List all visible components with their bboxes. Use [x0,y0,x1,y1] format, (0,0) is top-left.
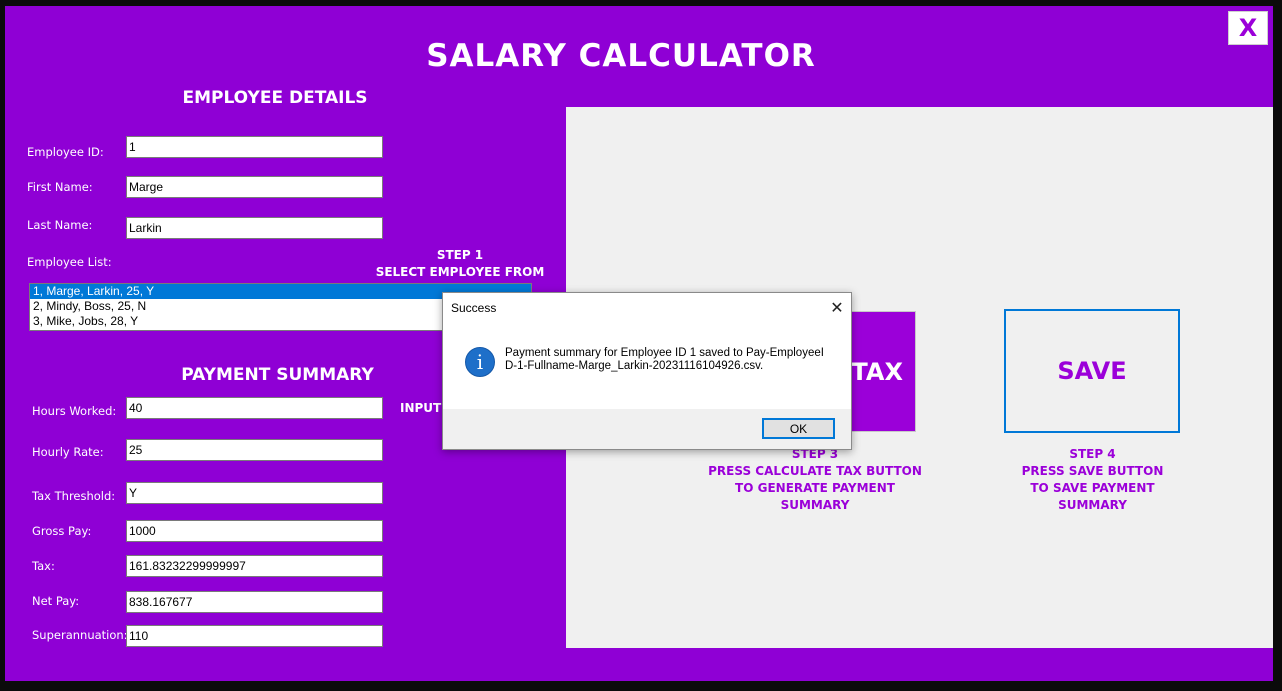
last-name-field[interactable]: Larkin [126,217,383,239]
last-name-label: Last Name: [27,218,93,232]
ok-button[interactable]: OK [762,418,835,439]
dialog-close-icon[interactable]: ✕ [828,298,846,317]
success-dialog: Success ✕ i Payment summary for Employee… [442,292,852,450]
net-pay-field[interactable]: 838.167677 [126,591,383,613]
superannuation-field[interactable]: 110 [126,625,383,647]
step2-input-label: INPUT [400,401,442,415]
dialog-footer: OK [443,409,851,449]
employee-id-field[interactable]: 1 [126,136,383,158]
employee-id-label: Employee ID: [27,145,104,159]
step4-instruction: STEP 4 PRESS SAVE BUTTON TO SAVE PAYMENT… [995,446,1190,514]
tax-threshold-field[interactable]: Y [126,482,383,504]
first-name-field[interactable]: Marge [126,176,383,198]
info-icon: i [465,347,495,377]
tax-threshold-label: Tax Threshold: [32,489,116,503]
close-app-button[interactable]: X [1228,11,1268,45]
hourly-rate-label: Hourly Rate: [32,445,104,459]
step1-title: STEP 1 [436,248,484,262]
step3-line1: PRESS CALCULATE TAX BUTTON [708,464,922,478]
step4-line1: PRESS SAVE BUTTON [1021,464,1164,478]
employee-list-label: Employee List: [27,255,112,269]
step4-line2: TO SAVE PAYMENT SUMMARY [1030,481,1155,512]
hours-worked-field[interactable]: 40 [126,397,383,419]
dialog-message: Payment summary for Employee ID 1 saved … [505,347,824,372]
employee-details-heading: EMPLOYEE DETAILS [182,88,368,108]
superannuation-label: Superannuation: [32,628,128,642]
save-button[interactable]: SAVE [1004,309,1180,433]
payment-summary-heading: PAYMENT SUMMARY [181,365,374,385]
dialog-title: Success [451,301,497,315]
gross-pay-field[interactable]: 1000 [126,520,383,542]
step4-title: STEP 4 [1069,447,1116,461]
gross-pay-label: Gross Pay: [32,524,92,538]
tax-label: Tax: [32,559,55,573]
hours-worked-label: Hours Worked: [32,404,117,418]
step3-line2: TO GENERATE PAYMENT SUMMARY [735,481,895,512]
first-name-label: First Name: [27,180,93,194]
app-title: SALARY CALCULATOR [426,38,816,74]
tax-field[interactable]: 161.83232299999997 [126,555,383,577]
net-pay-label: Net Pay: [32,594,80,608]
hourly-rate-field[interactable]: 25 [126,439,383,461]
step3-instruction: STEP 3 PRESS CALCULATE TAX BUTTON TO GEN… [700,446,930,514]
